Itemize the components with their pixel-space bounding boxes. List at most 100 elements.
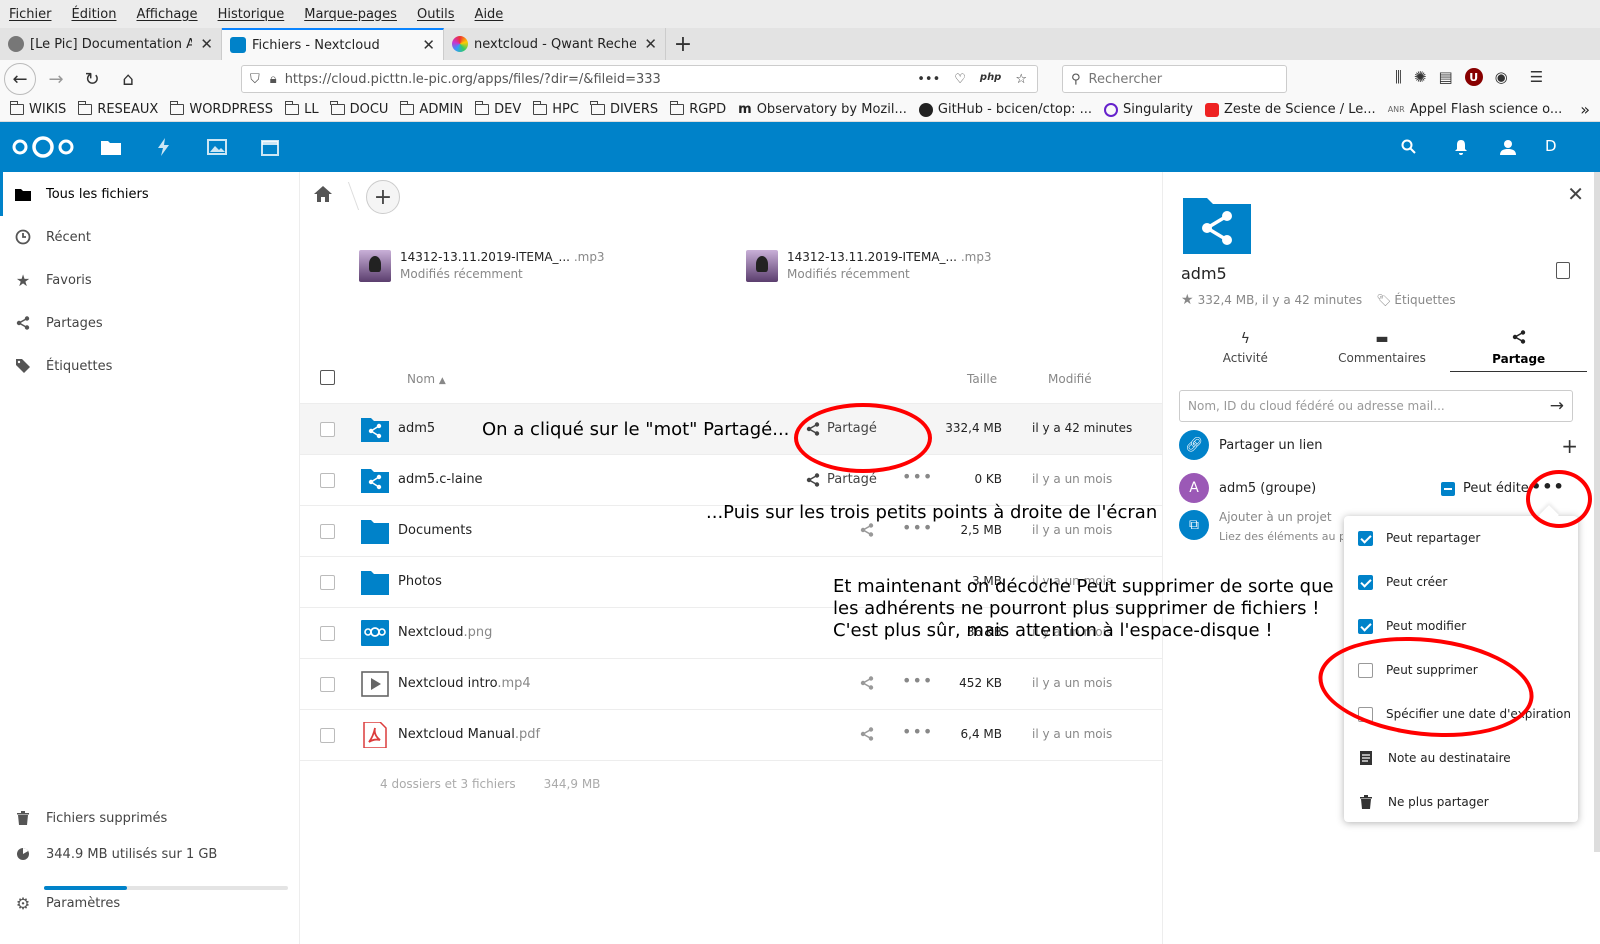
- close-icon[interactable]: ✕: [200, 35, 213, 53]
- menu-item-unshare[interactable]: Ne plus partager: [1344, 780, 1578, 824]
- share-search-input[interactable]: Nom, ID du cloud fédéré ou adresse mail.…: [1179, 390, 1573, 422]
- browser-tab-documentation[interactable]: [Le Pic] Documentation Adm ✕: [0, 28, 222, 60]
- file-name[interactable]: Nextcloud intro.mp4: [398, 676, 531, 691]
- nav-recent[interactable]: Récent: [0, 215, 300, 259]
- bookmark-folder[interactable]: DEV: [474, 101, 521, 117]
- page-actions-icon[interactable]: •••: [917, 72, 940, 87]
- menu-marque-pages[interactable]: Marque-pages: [304, 7, 397, 22]
- files-app-icon[interactable]: [99, 135, 123, 159]
- checkbox[interactable]: [1358, 618, 1373, 634]
- user-avatar[interactable]: D: [1545, 137, 1557, 155]
- bookmark-folder[interactable]: WIKIS: [9, 101, 66, 117]
- nav-tags[interactable]: Étiquettes: [0, 344, 300, 388]
- menu-item-note[interactable]: Note au destinataire: [1344, 736, 1578, 780]
- nextcloud-logo[interactable]: [12, 136, 74, 158]
- chevron-more-icon[interactable]: »: [1580, 100, 1590, 119]
- menu-affichage[interactable]: Affichage: [136, 7, 197, 22]
- close-icon[interactable]: ✕: [422, 36, 435, 54]
- url-bar[interactable]: ⛉ 🔒︎ https://cloud.picttn.le-pic.org/app…: [241, 65, 1038, 93]
- row-checkbox[interactable]: [320, 626, 335, 641]
- tab-comments[interactable]: ▬ Commentaires: [1314, 324, 1451, 372]
- column-name-header[interactable]: Nom ▲: [407, 372, 446, 386]
- clipboard-icon[interactable]: [1556, 262, 1570, 279]
- account-icon[interactable]: ◉: [1495, 68, 1508, 86]
- bookmark-folder[interactable]: WORDPRESS: [169, 101, 273, 117]
- checkbox[interactable]: [1358, 530, 1373, 546]
- can-edit-checkbox[interactable]: Peut éditer: [1441, 481, 1534, 496]
- close-icon[interactable]: ✕: [644, 35, 657, 53]
- reader-icon[interactable]: ▤: [1438, 68, 1452, 86]
- tab-sharing[interactable]: Partage: [1450, 324, 1588, 372]
- bookmark-link[interactable]: m Observatory by Mozil...: [738, 102, 907, 117]
- file-actions-menu-icon[interactable]: •••: [902, 671, 933, 690]
- url-text[interactable]: https://cloud.picttn.le-pic.org/apps/fil…: [285, 72, 918, 87]
- row-checkbox[interactable]: [320, 728, 335, 743]
- row-checkbox[interactable]: [320, 575, 335, 590]
- bookmark-folder[interactable]: LL: [284, 101, 319, 117]
- menu-fichier[interactable]: Fichier: [9, 7, 52, 22]
- recent-file-item[interactable]: 14312-13.11.2019-ITEMA_... .mp3 Modifiés…: [746, 250, 992, 282]
- bookmark-folder[interactable]: RESEAUX: [77, 101, 158, 117]
- contacts-icon[interactable]: [1497, 135, 1521, 159]
- tag-icon[interactable]: 🏷︎: [1376, 293, 1391, 307]
- shield-icon[interactable]: ⛉: [250, 72, 260, 87]
- php-icon[interactable]: php: [980, 72, 1001, 87]
- file-name[interactable]: Nextcloud.png: [398, 625, 492, 640]
- activity-app-icon[interactable]: [152, 135, 176, 159]
- arrow-right-icon[interactable]: →: [1550, 396, 1564, 416]
- row-checkbox[interactable]: [320, 473, 335, 488]
- lock-icon[interactable]: 🔒︎: [270, 72, 277, 87]
- browser-search-input[interactable]: ⚲ Rechercher: [1062, 65, 1287, 93]
- share-icon[interactable]: [860, 523, 874, 537]
- extension-icon[interactable]: ✺: [1414, 68, 1427, 86]
- column-modified-header[interactable]: Modifié: [1048, 372, 1092, 386]
- file-row-nextcloud-manual[interactable]: Nextcloud Manual.pdf ••• 6,4 MB il y a u…: [300, 710, 1162, 761]
- row-checkbox[interactable]: [320, 677, 335, 692]
- recent-file-item[interactable]: 14312-13.11.2019-ITEMA_... .mp3 Modifiés…: [359, 250, 605, 282]
- ublock-icon[interactable]: U: [1464, 68, 1483, 86]
- share-icon[interactable]: [860, 727, 874, 741]
- bookmark-link[interactable]: GitHub - bcicen/ctop: ...: [918, 102, 1092, 117]
- library-icon[interactable]: ⫼: [1395, 68, 1402, 86]
- file-name[interactable]: adm5: [398, 421, 435, 436]
- column-size-header[interactable]: Taille: [967, 372, 997, 386]
- file-name[interactable]: Documents: [398, 523, 472, 538]
- file-name[interactable]: Nextcloud Manual.pdf: [398, 727, 540, 742]
- tab-activity[interactable]: ϟ Activité: [1177, 324, 1314, 372]
- bookmark-folder[interactable]: RGPD: [669, 101, 726, 117]
- home-icon[interactable]: [314, 186, 334, 206]
- photos-app-icon[interactable]: [205, 135, 229, 159]
- menu-edition[interactable]: Édition: [72, 7, 117, 22]
- nav-shares[interactable]: Partages: [0, 301, 300, 345]
- menu-item-can-create[interactable]: Peut créer: [1344, 560, 1578, 604]
- file-name[interactable]: adm5.c-laine: [398, 472, 483, 487]
- file-row-adm5-c-laine[interactable]: adm5.c-laine Partagé ••• 0 KB il y a un …: [300, 455, 1162, 506]
- browser-tab-qwant[interactable]: nextcloud - Qwant Recherche ✕: [444, 28, 666, 60]
- bookmark-folder[interactable]: HPC: [532, 101, 579, 117]
- reload-button[interactable]: ↻: [76, 63, 108, 95]
- hamburger-menu-icon[interactable]: ☰: [1530, 68, 1543, 86]
- pocket-icon[interactable]: ♡: [954, 72, 966, 87]
- menu-historique[interactable]: Historique: [218, 7, 285, 22]
- nav-favorites[interactable]: ★ Favoris: [0, 258, 300, 302]
- select-all-checkbox[interactable]: [320, 370, 335, 385]
- bookmark-star-icon[interactable]: ☆: [1015, 72, 1027, 87]
- row-checkbox[interactable]: [320, 422, 335, 437]
- bookmark-folder[interactable]: ADMIN: [399, 101, 463, 117]
- add-link-button[interactable]: +: [1561, 434, 1578, 458]
- file-name[interactable]: Photos: [398, 574, 442, 589]
- share-status-button[interactable]: Partagé: [806, 472, 877, 487]
- nav-all-files[interactable]: Tous les fichiers: [0, 172, 300, 216]
- share-link-row[interactable]: 🔗︎ Partager un lien: [1179, 430, 1322, 460]
- page-scrollbar[interactable]: [1594, 172, 1600, 852]
- bookmark-link[interactable]: Singularity: [1104, 102, 1193, 117]
- forward-button[interactable]: →: [40, 63, 72, 95]
- bookmark-link[interactable]: Zeste de Science / Le...: [1204, 102, 1376, 117]
- file-actions-menu-icon[interactable]: •••: [902, 722, 933, 741]
- menu-aide[interactable]: Aide: [475, 7, 504, 22]
- back-button[interactable]: ←: [4, 63, 36, 95]
- bookmark-link[interactable]: ANR Appel Flash science o...: [1388, 102, 1563, 117]
- home-button[interactable]: ⌂: [112, 63, 144, 95]
- browser-tab-nextcloud[interactable]: Fichiers - Nextcloud ✕: [222, 28, 444, 60]
- star-icon[interactable]: ★: [1181, 292, 1194, 308]
